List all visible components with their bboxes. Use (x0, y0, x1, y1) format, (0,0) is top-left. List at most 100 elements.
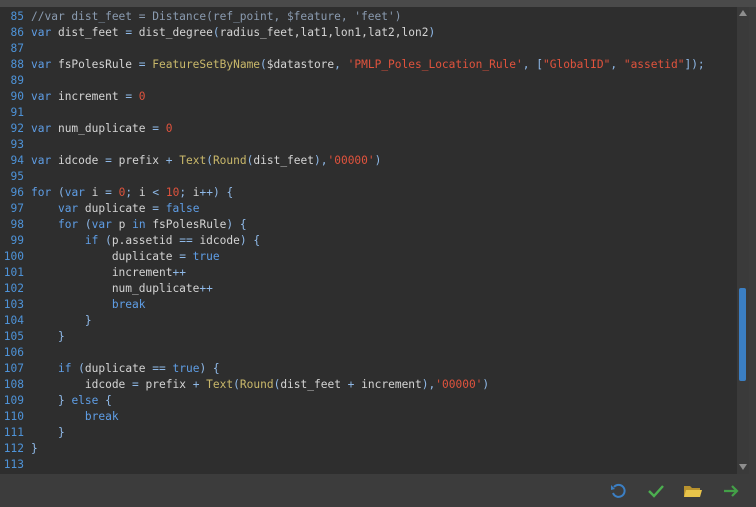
editor-footer-toolbar (0, 474, 756, 507)
line-number: 112 (3, 442, 24, 455)
code-line[interactable]: 88 var fsPolesRule = FeatureSetByName($da… (0, 57, 705, 73)
code-token: , (610, 58, 624, 71)
undo-icon (611, 483, 626, 498)
code-line[interactable]: 100 duplicate = true (0, 249, 220, 265)
code-line[interactable]: 103 break (0, 297, 146, 313)
code-line[interactable]: 113 (0, 457, 31, 473)
line-number: 89 (10, 74, 24, 87)
code-line[interactable]: 90 var increment = 0 (0, 89, 146, 105)
line-number: 94 (10, 154, 24, 167)
line-number: 113 (3, 458, 24, 471)
code-token: var (31, 90, 52, 103)
code-token: 0 (159, 122, 173, 135)
code-token: } (57, 426, 65, 439)
scrollbar-thumb[interactable] (739, 288, 746, 381)
line-number: 93 (10, 138, 24, 151)
code-token: increment (354, 378, 422, 391)
code-line[interactable]: 85 //var dist_feet = Distance(ref_point, … (0, 9, 402, 25)
code-token: "GlobalID" (542, 58, 611, 71)
code-line[interactable]: 86 var dist_feet = dist_degree(radius_fee… (0, 25, 436, 41)
code-token: Text (172, 154, 207, 167)
code-token: radius_feet,lat1,lon1,lat2,lon2 (219, 26, 429, 39)
code-line[interactable]: 110 break (0, 409, 119, 425)
code-token: ; (125, 186, 139, 199)
code-token: ) (482, 378, 490, 391)
undo-button[interactable] (607, 480, 629, 502)
code-token: increment (31, 266, 173, 279)
code-token: 0 (132, 90, 146, 103)
code-token: ( (51, 186, 65, 199)
code-line[interactable]: 89 (0, 73, 31, 89)
code-token: ) { (226, 218, 247, 231)
code-line[interactable]: 105 } (0, 329, 65, 345)
code-token: i (138, 186, 153, 199)
code-token: = (105, 154, 112, 167)
line-number: 88 (10, 58, 24, 71)
code-token: ++) { (199, 186, 234, 199)
code-token: = (152, 202, 160, 215)
code-token: else (71, 394, 99, 407)
code-line[interactable]: 111 } (0, 425, 65, 441)
line-number: 90 (10, 90, 24, 103)
code-token: = (152, 122, 160, 135)
code-line[interactable]: 97 var duplicate = false (0, 201, 200, 217)
code-token: var (31, 58, 52, 71)
code-line[interactable]: 98 for (var p in fsPolesRule) { (0, 217, 247, 233)
line-number: 110 (3, 410, 24, 423)
code-line[interactable]: 93 (0, 137, 31, 153)
code-token: true (165, 362, 200, 375)
vertical-scrollbar[interactable] (737, 7, 749, 474)
code-token: ++ (199, 282, 213, 295)
scroll-down-arrow-icon[interactable] (739, 464, 747, 470)
code-line[interactable]: 102 num_duplicate++ (0, 281, 213, 297)
line-number: 87 (10, 42, 24, 55)
code-token: if (57, 362, 72, 375)
line-number: 108 (3, 378, 24, 391)
line-number: 106 (3, 346, 24, 359)
code-line[interactable]: 99 if (p.assetid == idcode) { (0, 233, 261, 249)
code-token: false (159, 202, 200, 215)
code-token: ( (260, 58, 267, 71)
code-line[interactable]: 106 (0, 345, 31, 361)
code-token: dist_degree (132, 26, 213, 39)
code-line[interactable]: 95 (0, 169, 31, 185)
code-token: = (179, 250, 186, 263)
code-line[interactable]: 108 idcode = prefix + Text(Round(dist_fe… (0, 377, 489, 393)
code-line[interactable]: 101 increment++ (0, 265, 186, 281)
code-line[interactable]: 104 } (0, 313, 92, 329)
code-token: '00000' (435, 378, 483, 391)
code-line[interactable]: 96 for (var i = 0; i < 10; i++) { (0, 185, 234, 201)
code-editor[interactable]: 85 //var dist_feet = Distance(ref_point, … (0, 7, 737, 474)
code-token: } (84, 314, 92, 327)
code-token: p (111, 218, 133, 231)
code-line[interactable]: 109 } else { (0, 393, 112, 409)
code-token: { (98, 394, 112, 407)
code-line[interactable]: 91 (0, 105, 31, 121)
code-line[interactable]: 107 if (duplicate == true) { (0, 361, 220, 377)
line-number: 111 (3, 426, 24, 439)
code-token: idcode (51, 154, 106, 167)
next-button[interactable] (720, 480, 742, 502)
line-number: 95 (10, 170, 24, 183)
code-line[interactable]: 112} (0, 441, 38, 457)
code-token: } (31, 442, 38, 455)
code-token: var (91, 218, 112, 231)
apply-button[interactable] (645, 480, 667, 502)
line-number: 86 (10, 26, 24, 39)
code-token: for (31, 186, 52, 199)
code-line[interactable]: 87 (0, 41, 31, 57)
code-token: prefix (111, 154, 166, 167)
code-line[interactable]: 92 var num_duplicate = 0 (0, 121, 173, 137)
code-token: 'PMLP_Poles_Location_Rule' (347, 58, 523, 71)
code-token: num_duplicate (31, 282, 200, 295)
code-token: var (31, 122, 52, 135)
code-editor-window: 85 //var dist_feet = Distance(ref_point, … (0, 0, 756, 507)
code-token: , (334, 58, 348, 71)
open-file-button[interactable] (682, 480, 704, 502)
code-token: '00000' (327, 154, 375, 167)
code-line[interactable]: 94 var idcode = prefix + Text(Round(dist_… (0, 153, 382, 169)
scroll-up-arrow-icon[interactable] (739, 10, 747, 16)
line-number: 98 (10, 218, 24, 231)
